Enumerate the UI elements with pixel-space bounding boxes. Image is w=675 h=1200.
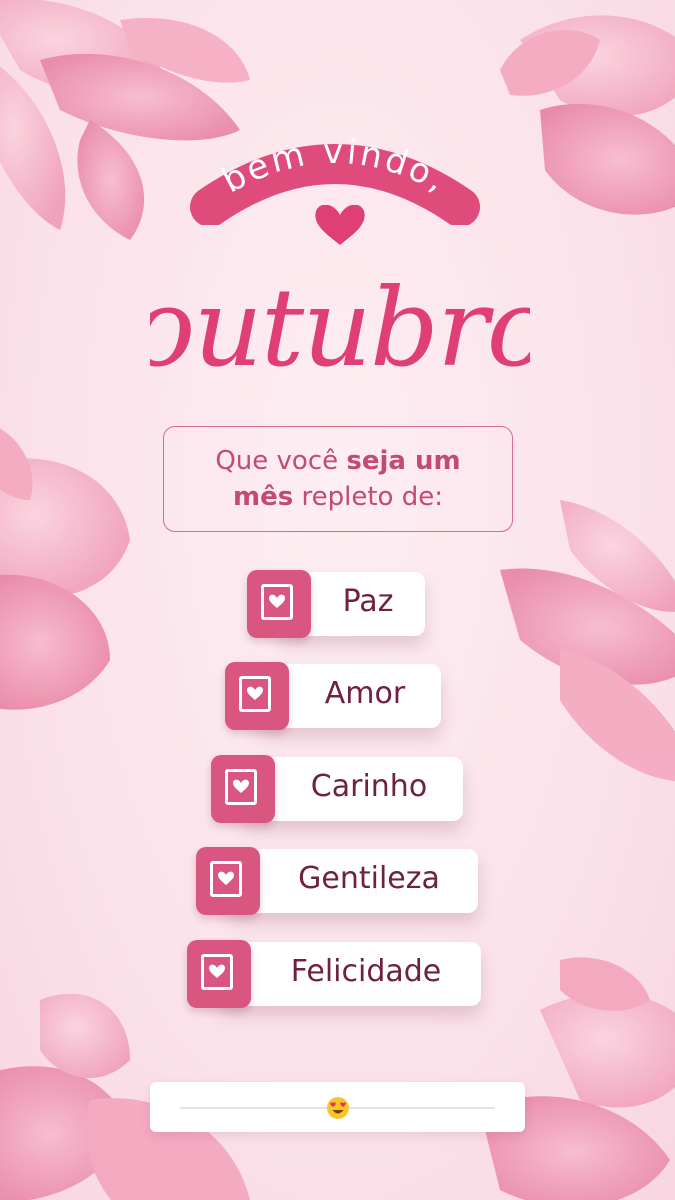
heart-checkbox[interactable] xyxy=(211,755,275,823)
heart-icon xyxy=(315,205,365,245)
subtitle-text: repleto de: xyxy=(293,482,443,512)
heart-eyes-emoji-icon[interactable] xyxy=(326,1096,350,1120)
heart-checkbox[interactable] xyxy=(225,662,289,730)
emoji-slider[interactable] xyxy=(150,1082,525,1132)
heart-icon xyxy=(218,871,234,885)
subtitle-box: Que você seja um mês repleto de: xyxy=(163,426,513,532)
wish-label: Felicidade xyxy=(290,954,442,989)
page-title: outubro xyxy=(150,266,530,391)
flower-top-right xyxy=(500,15,675,215)
wish-item-amor: Amor xyxy=(225,662,441,730)
title-block: outubro xyxy=(150,205,530,391)
heart-checkbox[interactable] xyxy=(187,940,251,1008)
heart-icon xyxy=(247,686,263,700)
subtitle-bold-text: seja um xyxy=(346,446,461,476)
heart-checkbox[interactable] xyxy=(247,570,311,638)
subtitle-line-2: mês repleto de: xyxy=(233,479,443,515)
heart-checkbox[interactable] xyxy=(196,847,260,915)
wish-label: Carinho xyxy=(310,769,428,804)
subtitle-line-1: Que você seja um xyxy=(215,443,460,479)
wish-item-carinho: Carinho xyxy=(211,755,463,823)
wish-item-gentileza: Gentileza xyxy=(196,847,478,915)
heart-icon xyxy=(233,779,249,793)
wish-item-paz: Paz xyxy=(247,570,425,638)
wish-label: Gentileza xyxy=(298,861,440,896)
subtitle-bold-text: mês xyxy=(233,482,294,512)
wish-item-felicidade: Felicidade xyxy=(187,940,481,1008)
subtitle-text: Que você xyxy=(215,446,347,476)
flower-bottom-right xyxy=(480,957,675,1200)
greeting-text: bem vindo, xyxy=(216,135,455,201)
heart-icon xyxy=(269,594,285,608)
wish-label: Paz xyxy=(342,584,394,619)
wish-label: Amor xyxy=(324,676,406,711)
flower-left xyxy=(0,428,130,710)
heart-icon xyxy=(209,964,225,978)
flower-right xyxy=(500,500,675,781)
